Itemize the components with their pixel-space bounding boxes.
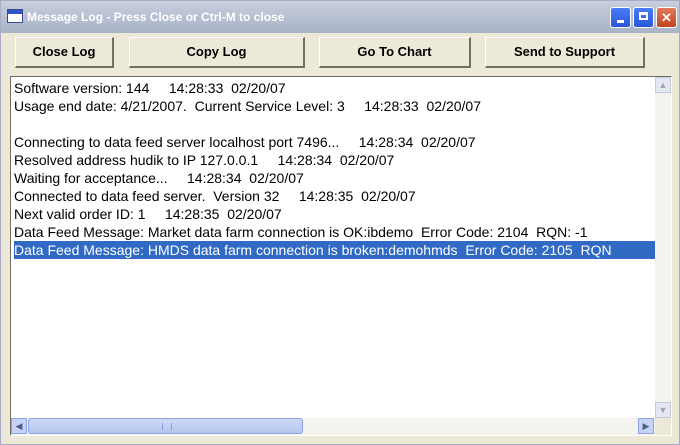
log-line[interactable]	[14, 115, 655, 133]
title-bar[interactable]: Message Log - Press Close or Ctrl-M to c…	[1, 1, 679, 33]
log-line[interactable]: Connecting to data feed server localhost…	[14, 133, 655, 151]
horizontal-scroll-thumb[interactable]	[28, 418, 303, 434]
minimize-icon	[617, 20, 624, 23]
maximize-icon	[639, 12, 648, 20]
scroll-down-icon[interactable]: ▼	[655, 402, 671, 418]
scrollbar-corner	[655, 418, 671, 435]
copy-log-button[interactable]: Copy Log	[129, 37, 305, 68]
vertical-scrollbar[interactable]: ▲ ▼	[655, 77, 671, 418]
log-line-selected[interactable]: Data Feed Message: HMDS data farm connec…	[14, 241, 655, 259]
maximize-button[interactable]	[633, 7, 654, 28]
log-line[interactable]: Data Feed Message: Market data farm conn…	[14, 223, 655, 241]
grip-icon	[162, 423, 172, 430]
close-log-button[interactable]: Close Log	[15, 37, 114, 68]
scroll-up-icon[interactable]: ▲	[655, 77, 671, 93]
log-line[interactable]: Resolved address hudik to IP 127.0.0.1 1…	[14, 151, 655, 169]
scroll-left-icon[interactable]: ◀	[11, 418, 27, 434]
log-line[interactable]: Software version: 144 14:28:33 02/20/07	[14, 79, 655, 97]
log-lines: Software version: 144 14:28:33 02/20/07 U…	[14, 79, 655, 416]
log-line[interactable]: Waiting for acceptance... 14:28:34 02/20…	[14, 169, 655, 187]
message-log-list[interactable]: Software version: 144 14:28:33 02/20/07 U…	[10, 76, 672, 436]
scroll-right-icon[interactable]: ▶	[638, 418, 654, 434]
log-line[interactable]: Connected to data feed server. Version 3…	[14, 187, 655, 205]
go-to-chart-button[interactable]: Go To Chart	[319, 37, 471, 68]
send-to-support-button[interactable]: Send to Support	[485, 37, 645, 68]
horizontal-scrollbar[interactable]: ◀ ▶	[11, 418, 655, 435]
close-window-button[interactable]: ✕	[656, 7, 677, 28]
log-line[interactable]: Next valid order ID: 1 14:28:35 02/20/07	[14, 205, 655, 223]
window-icon	[7, 9, 23, 23]
message-log-window: Message Log - Press Close or Ctrl-M to c…	[0, 0, 680, 445]
close-icon: ✕	[661, 10, 672, 25]
minimize-button[interactable]	[610, 7, 631, 28]
log-line[interactable]: Usage end date: 4/21/2007. Current Servi…	[14, 97, 655, 115]
window-title: Message Log - Press Close or Ctrl-M to c…	[27, 10, 285, 24]
